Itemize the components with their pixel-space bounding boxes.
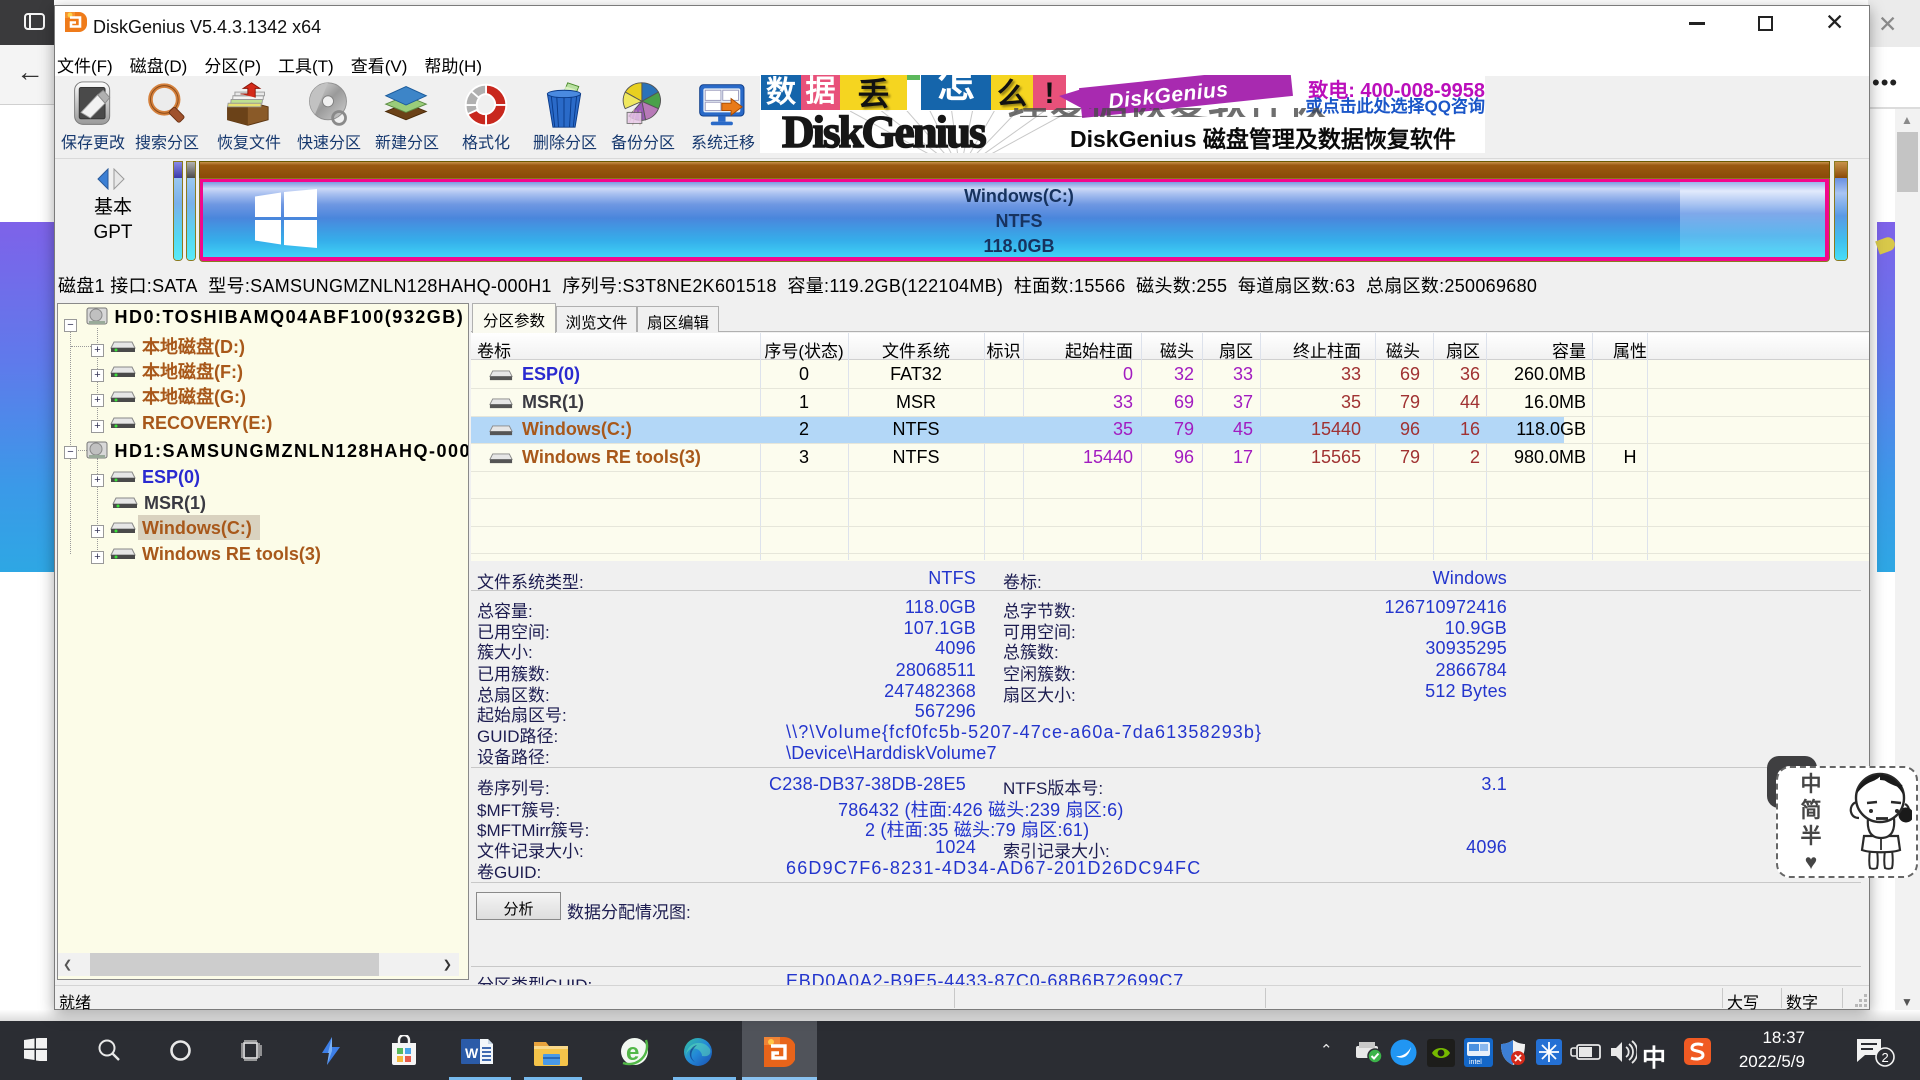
svg-text:W: W <box>465 1045 479 1061</box>
svg-text:2: 2 <box>1882 1050 1889 1065</box>
svg-text:intel: intel <box>1469 1059 1482 1066</box>
